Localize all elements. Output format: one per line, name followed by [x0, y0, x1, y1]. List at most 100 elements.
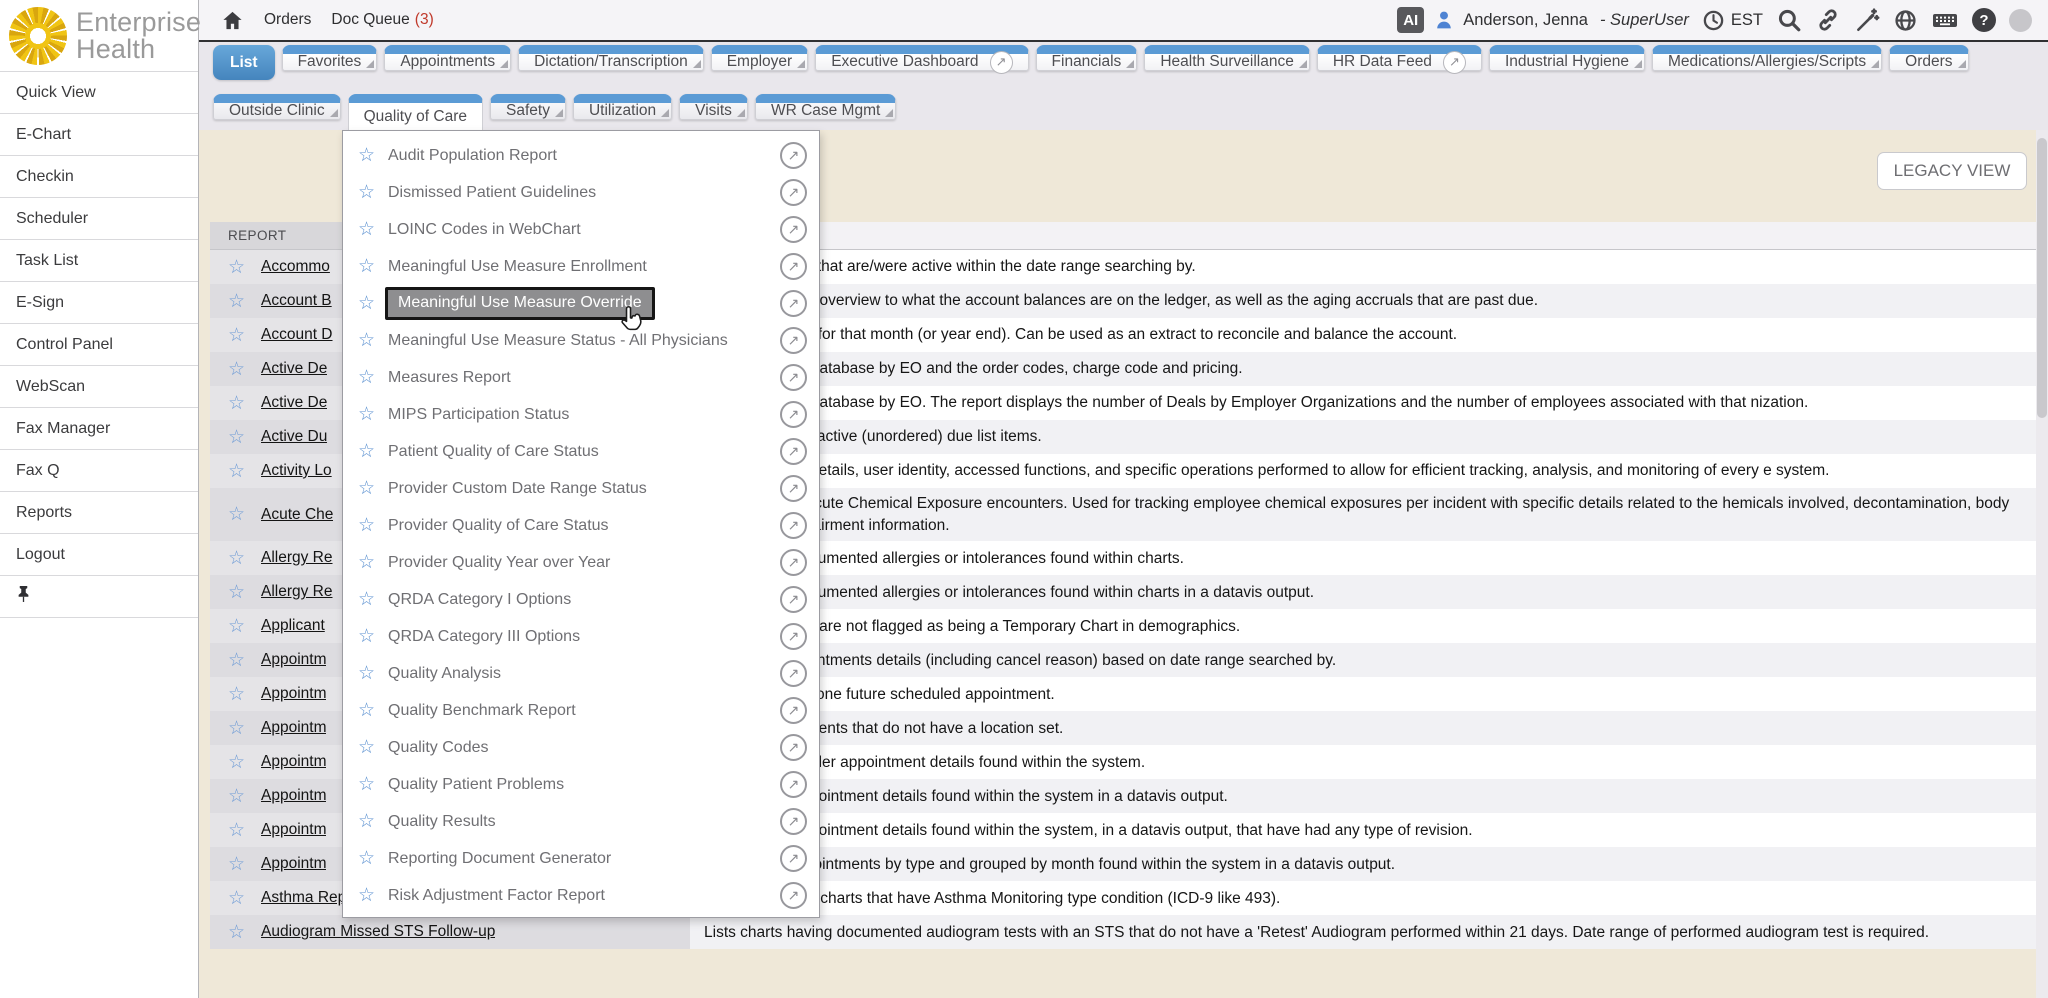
sidebar-item-checkin[interactable]: Checkin	[0, 156, 198, 198]
report-link[interactable]: Active Du	[261, 428, 327, 446]
open-in-new-window-icon[interactable]: ↗	[780, 845, 807, 872]
menu-item-meaningful-use-measure-status-all-physicians[interactable]: ☆Meaningful Use Measure Status - All Phy…	[343, 322, 819, 359]
favorite-star-icon[interactable]: ☆	[228, 426, 252, 449]
menu-item-quality-codes[interactable]: ☆Quality Codes↗	[343, 729, 819, 766]
favorite-star-icon[interactable]: ☆	[228, 887, 252, 910]
report-link[interactable]: Appointm	[261, 855, 326, 873]
favorite-star-icon[interactable]: ☆	[228, 717, 252, 740]
home-icon[interactable]	[221, 9, 244, 32]
sidebar-item-scheduler[interactable]: Scheduler	[0, 198, 198, 240]
legacy-view-button[interactable]: LEGACY VIEW	[1877, 152, 2027, 190]
menu-item-meaningful-use-measure-enrollment[interactable]: ☆Meaningful Use Measure Enrollment↗	[343, 248, 819, 285]
tab-industrial-hygiene[interactable]: Industrial Hygiene	[1489, 45, 1645, 71]
menu-item-patient-quality-of-care-status[interactable]: ☆Patient Quality of Care Status↗	[343, 433, 819, 470]
tab-orders[interactable]: Orders	[1889, 45, 1968, 71]
menu-item-audit-population-report[interactable]: ☆Audit Population Report↗	[343, 137, 819, 174]
favorite-star-icon[interactable]: ☆	[358, 144, 380, 167]
favorite-star-icon[interactable]: ☆	[358, 736, 380, 759]
favorite-star-icon[interactable]: ☆	[358, 625, 380, 648]
open-in-new-window-icon[interactable]: ↗	[780, 771, 807, 798]
user-name[interactable]: Anderson, Jenna	[1463, 11, 1588, 30]
pushpin-icon[interactable]	[16, 585, 31, 608]
open-in-new-window-icon[interactable]: ↗	[780, 623, 807, 650]
menu-item-reporting-document-generator[interactable]: ☆Reporting Document Generator↗	[343, 840, 819, 877]
report-link[interactable]: Activity Lo	[261, 462, 332, 480]
open-in-new-window-icon[interactable]: ↗	[780, 549, 807, 576]
favorite-star-icon[interactable]: ☆	[358, 440, 380, 463]
clock-icon[interactable]	[1702, 9, 1725, 32]
favorite-star-icon[interactable]: ☆	[358, 403, 380, 426]
sidebar-item-control-panel[interactable]: Control Panel	[0, 324, 198, 366]
open-in-new-window-icon[interactable]: ↗	[780, 438, 807, 465]
report-link[interactable]: Account D	[261, 326, 333, 344]
favorite-star-icon[interactable]: ☆	[358, 662, 380, 685]
report-link[interactable]: Allergy Re	[261, 549, 333, 567]
help-icon[interactable]: ?	[1972, 8, 1996, 32]
tab-employer[interactable]: Employer	[711, 45, 808, 71]
menu-item-quality-results[interactable]: ☆Quality Results↗	[343, 803, 819, 840]
sidebar-item-fax-manager[interactable]: Fax Manager	[0, 408, 198, 450]
open-in-new-window-icon[interactable]: ↗	[780, 253, 807, 280]
magic-wand-icon[interactable]	[1854, 7, 1880, 33]
tab-safety[interactable]: Safety	[490, 94, 566, 120]
open-in-new-window-icon[interactable]: ↗	[780, 179, 807, 206]
menu-item-provider-quality-year-over-year[interactable]: ☆Provider Quality Year over Year↗	[343, 544, 819, 581]
report-link[interactable]: Allergy Re	[261, 583, 333, 601]
report-link[interactable]: Account B	[261, 292, 332, 310]
sidebar-item-e-sign[interactable]: E-Sign	[0, 282, 198, 324]
open-in-new-window-icon[interactable]: ↗	[780, 364, 807, 391]
tab-outside-clinic[interactable]: Outside Clinic	[213, 94, 341, 120]
sidebar-pin-row[interactable]	[0, 576, 198, 618]
open-in-new-window-icon[interactable]: ↗	[780, 216, 807, 243]
report-link[interactable]: Audiogram Missed STS Follow-up	[261, 923, 495, 941]
menu-item-quality-benchmark-report[interactable]: ☆Quality Benchmark Report↗	[343, 692, 819, 729]
favorite-star-icon[interactable]: ☆	[228, 358, 252, 381]
tab-wr-case-mgmt[interactable]: WR Case Mgmt	[755, 94, 896, 120]
favorite-star-icon[interactable]: ☆	[358, 292, 380, 315]
popout-arrow-icon[interactable]: ↗	[990, 51, 1013, 74]
sidebar-item-webscan[interactable]: WebScan	[0, 366, 198, 408]
favorite-star-icon[interactable]: ☆	[358, 181, 380, 204]
favorite-star-icon[interactable]: ☆	[358, 514, 380, 537]
favorite-star-icon[interactable]: ☆	[228, 547, 252, 570]
keyboard-icon[interactable]	[1931, 8, 1959, 32]
menu-item-dismissed-patient-guidelines[interactable]: ☆Dismissed Patient Guidelines↗	[343, 174, 819, 211]
menu-item-quality-patient-problems[interactable]: ☆Quality Patient Problems↗	[343, 766, 819, 803]
presence-circle-icon[interactable]	[2009, 9, 2032, 32]
favorite-star-icon[interactable]: ☆	[358, 477, 380, 500]
menu-item-qrda-category-i-options[interactable]: ☆QRDA Category I Options↗	[343, 581, 819, 618]
report-link[interactable]: Active De	[261, 394, 327, 412]
sidebar-item-e-chart[interactable]: E-Chart	[0, 114, 198, 156]
favorite-star-icon[interactable]: ☆	[228, 256, 252, 279]
report-link[interactable]: Appointm	[261, 685, 326, 703]
link-icon[interactable]	[1815, 7, 1841, 33]
open-in-new-window-icon[interactable]: ↗	[780, 475, 807, 502]
menu-item-risk-adjustment-factor-report[interactable]: ☆Risk Adjustment Factor Report↗	[343, 877, 819, 914]
sidebar-item-reports[interactable]: Reports	[0, 492, 198, 534]
globe-icon[interactable]	[1893, 8, 1918, 33]
open-in-new-window-icon[interactable]: ↗	[780, 512, 807, 539]
open-in-new-window-icon[interactable]: ↗	[780, 660, 807, 687]
favorite-star-icon[interactable]: ☆	[228, 324, 252, 347]
sidebar-item-logout[interactable]: Logout	[0, 534, 198, 576]
favorite-star-icon[interactable]: ☆	[228, 392, 252, 415]
favorite-star-icon[interactable]: ☆	[358, 699, 380, 722]
favorite-star-icon[interactable]: ☆	[228, 819, 252, 842]
favorite-star-icon[interactable]: ☆	[228, 785, 252, 808]
report-link[interactable]: Accommo	[261, 258, 330, 276]
favorite-star-icon[interactable]: ☆	[358, 255, 380, 278]
favorite-star-icon[interactable]: ☆	[228, 649, 252, 672]
favorite-star-icon[interactable]: ☆	[358, 329, 380, 352]
report-link[interactable]: Acute Che	[261, 506, 333, 524]
menu-item-provider-custom-date-range-status[interactable]: ☆Provider Custom Date Range Status↗	[343, 470, 819, 507]
report-link[interactable]: Appointm	[261, 753, 326, 771]
favorite-star-icon[interactable]: ☆	[358, 773, 380, 796]
open-in-new-window-icon[interactable]: ↗	[780, 882, 807, 909]
ai-badge[interactable]: AI	[1397, 7, 1424, 33]
tab-quality-of-care[interactable]: Quality of Care	[348, 94, 483, 131]
tab-medications-allergies-scripts[interactable]: Medications/Allergies/Scripts	[1652, 45, 1882, 71]
favorite-star-icon[interactable]: ☆	[358, 884, 380, 907]
favorite-star-icon[interactable]: ☆	[228, 581, 252, 604]
favorite-star-icon[interactable]: ☆	[358, 588, 380, 611]
open-in-new-window-icon[interactable]: ↗	[780, 401, 807, 428]
